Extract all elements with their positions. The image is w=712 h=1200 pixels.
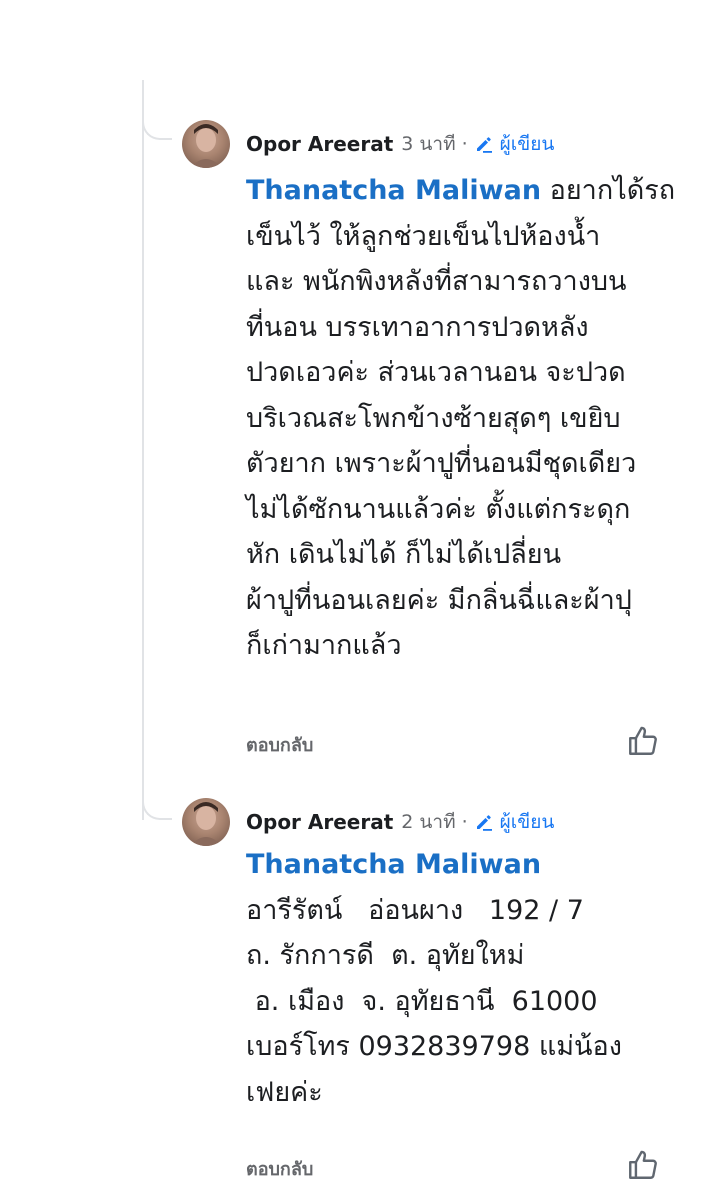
comment-text: ที่นอน บรรเทาอาการปวดหลัง xyxy=(246,311,589,343)
comment-text: และ พนักพิงหลังที่สามารถวางบน xyxy=(246,266,627,297)
author-badge-label: ผู้เขียน xyxy=(499,133,555,155)
comment-text: อยากได้รถ xyxy=(549,175,676,206)
comment-text: ก็เก่ามากแล้ว xyxy=(246,630,402,661)
thread-line xyxy=(142,80,144,820)
reply-button[interactable]: ตอบกลับ xyxy=(246,730,313,759)
pencil-icon xyxy=(476,137,492,153)
comment-text: บริเวณสะโพกข้างซ้ายสุดๆ เขยิบ xyxy=(246,402,621,434)
comment-body: Thanatcha Maliwan อารีรัตน์ อ่อนผาง 192 … xyxy=(246,842,696,1115)
avatar[interactable] xyxy=(182,120,230,168)
comment-body: Thanatcha Maliwan อยากได้รถ เข็นไว้ ให้ล… xyxy=(246,168,696,669)
author-badge: ผู้เขียน xyxy=(474,807,555,837)
thumbs-up-icon[interactable] xyxy=(626,724,660,758)
comment-text: อ. เมือง จ. อุทัยธานี 61000 xyxy=(246,985,598,1017)
avatar[interactable] xyxy=(182,798,230,846)
comment-text: อารีรัตน์ อ่อนผาง 192 / 7 xyxy=(246,894,584,926)
thread-branch xyxy=(142,762,172,820)
comment-text: เบอร์โทร 0932839798 แม่น้อง xyxy=(246,1031,622,1062)
comment-text: ปวดเอวค่ะ ส่วนเวลานอน จะปวด xyxy=(246,357,626,388)
pencil-icon xyxy=(476,815,492,831)
author-badge: ผู้เขียน xyxy=(474,129,555,159)
mention-link[interactable]: Thanatcha Maliwan xyxy=(246,175,541,206)
timestamp: 3 นาที xyxy=(401,133,456,155)
comment-header: Opor Areerat 3 นาที · ผู้เขียน xyxy=(246,130,554,158)
comment-text: ตัวยาก เพราะผ้าปูที่นอนมีชุดเดียว xyxy=(246,448,637,479)
reply-button[interactable]: ตอบกลับ xyxy=(246,1154,313,1183)
author-badge-label: ผู้เขียน xyxy=(499,811,555,833)
comment-text: ไม่ได้ซักนานแล้วค่ะ ตั้งแต่กระดุก xyxy=(246,493,631,525)
separator: · xyxy=(461,133,468,155)
author-name[interactable]: Opor Areerat xyxy=(246,132,393,156)
comment-text: หัก เดินไม่ได้ ก็ไม่ได้เปลี่ยน xyxy=(246,539,562,570)
comment-text: เฟยค่ะ xyxy=(246,1076,323,1108)
separator: · xyxy=(461,811,468,833)
comment-actions: ตอบกลับ xyxy=(246,1148,712,1188)
comment-header: Opor Areerat 2 นาที · ผู้เขียน xyxy=(246,808,554,836)
comment-actions: ตอบกลับ xyxy=(246,724,712,764)
thread-branch xyxy=(142,82,172,140)
author-name[interactable]: Opor Areerat xyxy=(246,810,393,834)
comment-text: เข็นไว้ ให้ลูกช่วยเข็นไปห้องน้ำ xyxy=(246,220,601,252)
thumbs-up-icon[interactable] xyxy=(626,1148,660,1182)
comment-text: ถ. รักการดี ต. อุทัยใหม่ xyxy=(246,940,525,971)
comment-text: ผ้าปูที่นอนเลยค่ะ มีกลิ่นฉี่และผ้าปุ xyxy=(246,584,632,616)
timestamp: 2 นาที xyxy=(401,811,456,833)
mention-link[interactable]: Thanatcha Maliwan xyxy=(246,849,541,880)
